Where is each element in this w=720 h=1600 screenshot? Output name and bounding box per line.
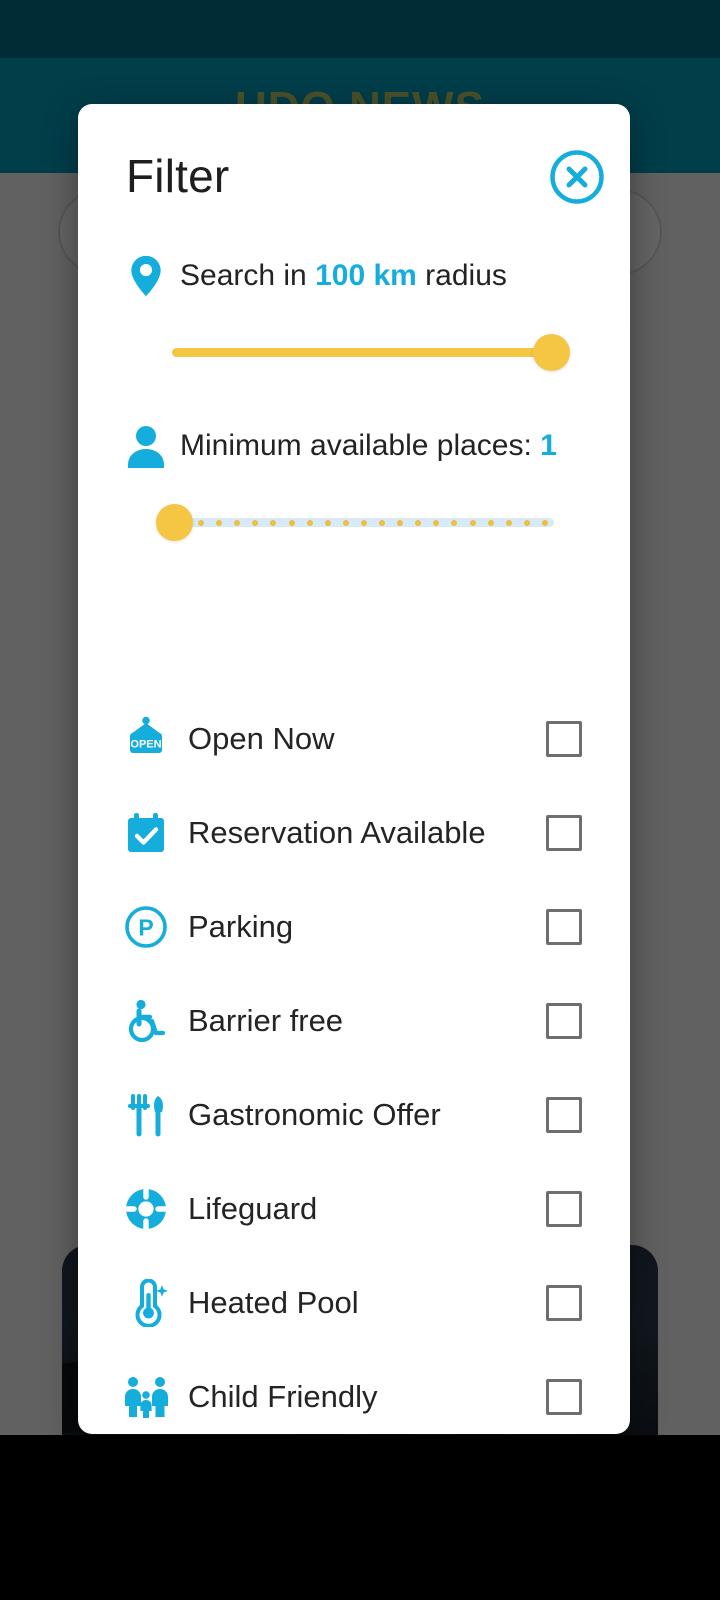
slider-tick [379,519,386,526]
slider-tick [505,519,512,526]
option-row-child-friendly[interactable]: Child Friendly [78,1350,630,1434]
option-checkbox[interactable] [546,1285,582,1321]
lifebuoy-icon [122,1185,170,1233]
places-slider-ticks [180,518,548,527]
places-label: Minimum available places: 1 [180,426,557,466]
slider-tick [306,519,313,526]
option-row-heated-pool[interactable]: Heated Pool [78,1256,630,1350]
option-label: Lifeguard [188,1191,318,1226]
places-label-text: Minimum available places: [180,429,541,462]
system-navigation-bar [0,1435,720,1600]
slider-tick [342,519,349,526]
slider-tick [541,519,548,526]
slider-tick [234,519,241,526]
places-label-row: Minimum available places: 1 [126,424,557,468]
option-checkbox[interactable] [546,721,582,757]
slider-tick [270,519,277,526]
svg-text:OPEN: OPEN [130,739,161,751]
slider-tick [198,519,205,526]
slider-tick [433,519,440,526]
close-button[interactable] [548,148,606,206]
option-checkbox[interactable] [546,1191,582,1227]
places-slider[interactable] [156,500,556,544]
option-label: Open Now [188,721,335,756]
places-slider-thumb[interactable] [156,504,193,541]
page-title: Filter [126,150,230,202]
close-circle-icon [550,150,604,204]
location-pin-icon [131,255,161,297]
option-label: Gastronomic Offer [188,1097,441,1132]
option-checkbox[interactable] [546,1003,582,1039]
svg-text:P: P [138,915,153,941]
radius-slider-fill [172,348,552,357]
person-icon [128,426,164,468]
dialog-header: Filter [78,104,630,232]
slider-tick [523,519,530,526]
open-sign-icon: OPEN [122,715,170,763]
slider-tick [397,519,404,526]
radius-label-prefix: Search in [180,259,316,292]
option-checkbox[interactable] [546,909,582,945]
slider-tick [469,519,476,526]
parking-circle-icon: P [122,903,170,951]
places-value: 1 [540,429,557,462]
option-label: Reservation Available [188,815,486,850]
option-checkbox[interactable] [546,815,582,851]
radius-label: Search in 100 km radius [180,256,507,296]
slider-tick [360,519,367,526]
option-checkbox[interactable] [546,1097,582,1133]
radius-value: 100 km [315,259,417,292]
filter-option-list: OPEN Open Now Reservation Available P Pa… [78,692,630,1434]
slider-tick [216,519,223,526]
radius-label-row: Search in 100 km radius [126,254,507,298]
slider-tick [487,519,494,526]
filter-dialog: Filter Search in 100 km radius Minimum a… [78,104,630,1434]
thermometer-icon [122,1279,170,1327]
calendar-check-icon [122,809,170,857]
wheelchair-icon [122,997,170,1045]
option-row-gastronomic-offer[interactable]: Gastronomic Offer [78,1068,630,1162]
radius-label-suffix: radius [416,259,507,292]
slider-tick [324,519,331,526]
cutlery-icon [122,1091,170,1139]
option-label: Parking [188,909,294,944]
family-icon [122,1373,170,1421]
status-bar [0,0,720,58]
radius-slider[interactable] [172,330,572,374]
slider-tick [288,519,295,526]
slider-tick [252,519,259,526]
option-label: Barrier free [188,1003,344,1038]
option-row-lifeguard[interactable]: Lifeguard [78,1162,630,1256]
option-label: Heated Pool [188,1285,359,1320]
option-checkbox[interactable] [546,1379,582,1415]
option-row-reservation-available[interactable]: Reservation Available [78,786,630,880]
slider-tick [415,519,422,526]
option-row-parking[interactable]: P Parking [78,880,630,974]
phone-screen: UDO NEWS [0,0,720,1600]
option-label: Child Friendly [188,1379,378,1414]
option-row-barrier-free[interactable]: Barrier free [78,974,630,1068]
radius-slider-thumb[interactable] [533,334,570,371]
option-row-open-now[interactable]: OPEN Open Now [78,692,630,786]
slider-tick [451,519,458,526]
